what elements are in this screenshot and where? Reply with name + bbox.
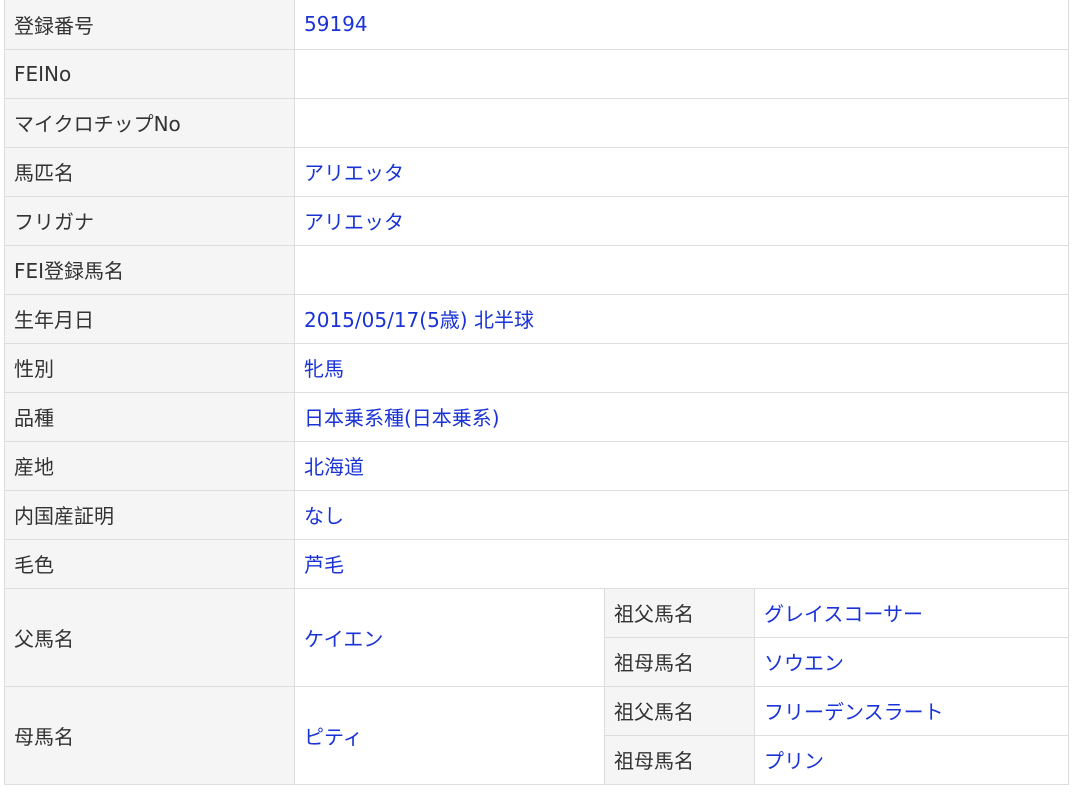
microchip-no-value: [293, 97, 1070, 148]
breed-value[interactable]: 日本乗系種(日本乗系): [293, 391, 1070, 442]
registration-number-value[interactable]: 59194: [293, 0, 1070, 50]
dam-granddam-value[interactable]: プリン: [753, 734, 1070, 785]
fei-no-value: [293, 48, 1070, 99]
row-dam: 母馬名 ピティ 祖父馬名 フリーデンスラート: [4, 685, 1070, 785]
row-sex: 性別 牝馬: [4, 342, 1070, 393]
birth-date-label: 生年月日: [4, 293, 295, 344]
horse-name-value[interactable]: アリエッタ: [293, 146, 1070, 197]
horse-info-table: 登録番号 59194 FEINo マイクロチップNo 馬匹名 アリエッタ フリガ…: [4, 0, 1070, 785]
birthplace-label: 産地: [4, 440, 295, 491]
breed-label: 品種: [4, 391, 295, 442]
coat-color-label: 毛色: [4, 538, 295, 589]
furigana-value[interactable]: アリエッタ: [293, 195, 1070, 246]
row-fei-horse-name: FEI登録馬名: [4, 244, 1070, 295]
row-coat-color: 毛色 芦毛: [4, 538, 1070, 589]
row-birthplace: 産地 北海道: [4, 440, 1070, 491]
sire-label: 父馬名: [4, 587, 295, 687]
row-sire: 父馬名 ケイエン 祖父馬名 グレイスコーサー: [4, 587, 1070, 687]
row-furigana: フリガナ アリエッタ: [4, 195, 1070, 246]
sex-value[interactable]: 牝馬: [293, 342, 1070, 393]
sire-grandsire-value[interactable]: グレイスコーサー: [753, 587, 1070, 638]
birth-date-value[interactable]: 2015/05/17(5歳) 北半球: [293, 293, 1070, 344]
dam-value[interactable]: ピティ: [294, 685, 605, 785]
row-birth-date: 生年月日 2015/05/17(5歳) 北半球: [4, 293, 1070, 344]
row-fei-no: FEINo: [4, 48, 1070, 99]
dam-grandsire-label: 祖父馬名: [604, 685, 755, 736]
dam-grandsire-value[interactable]: フリーデンスラート: [753, 685, 1070, 736]
coat-color-value[interactable]: 芦毛: [293, 538, 1070, 589]
sire-value[interactable]: ケイエン: [294, 587, 605, 687]
birthplace-value[interactable]: 北海道: [293, 440, 1070, 491]
row-horse-name: 馬匹名 アリエッタ: [4, 146, 1070, 197]
row-domestic-cert: 内国産証明 なし: [4, 489, 1070, 540]
dam-label: 母馬名: [4, 685, 295, 785]
microchip-no-label: マイクロチップNo: [4, 97, 295, 148]
registration-number-label: 登録番号: [4, 0, 295, 50]
sire-granddam-label: 祖母馬名: [604, 636, 755, 687]
row-registration-number: 登録番号 59194: [4, 0, 1070, 50]
row-microchip-no: マイクロチップNo: [4, 97, 1070, 148]
furigana-label: フリガナ: [4, 195, 295, 246]
horse-name-label: 馬匹名: [4, 146, 295, 197]
row-breed: 品種 日本乗系種(日本乗系): [4, 391, 1070, 442]
dam-granddam-label: 祖母馬名: [604, 734, 755, 785]
fei-horse-name-label: FEI登録馬名: [4, 244, 295, 295]
fei-no-label: FEINo: [4, 48, 295, 99]
domestic-cert-label: 内国産証明: [4, 489, 295, 540]
domestic-cert-value[interactable]: なし: [293, 489, 1070, 540]
sire-grandsire-label: 祖父馬名: [604, 587, 755, 638]
sire-granddam-value[interactable]: ソウエン: [753, 636, 1070, 687]
sex-label: 性別: [4, 342, 295, 393]
fei-horse-name-value: [293, 244, 1070, 295]
